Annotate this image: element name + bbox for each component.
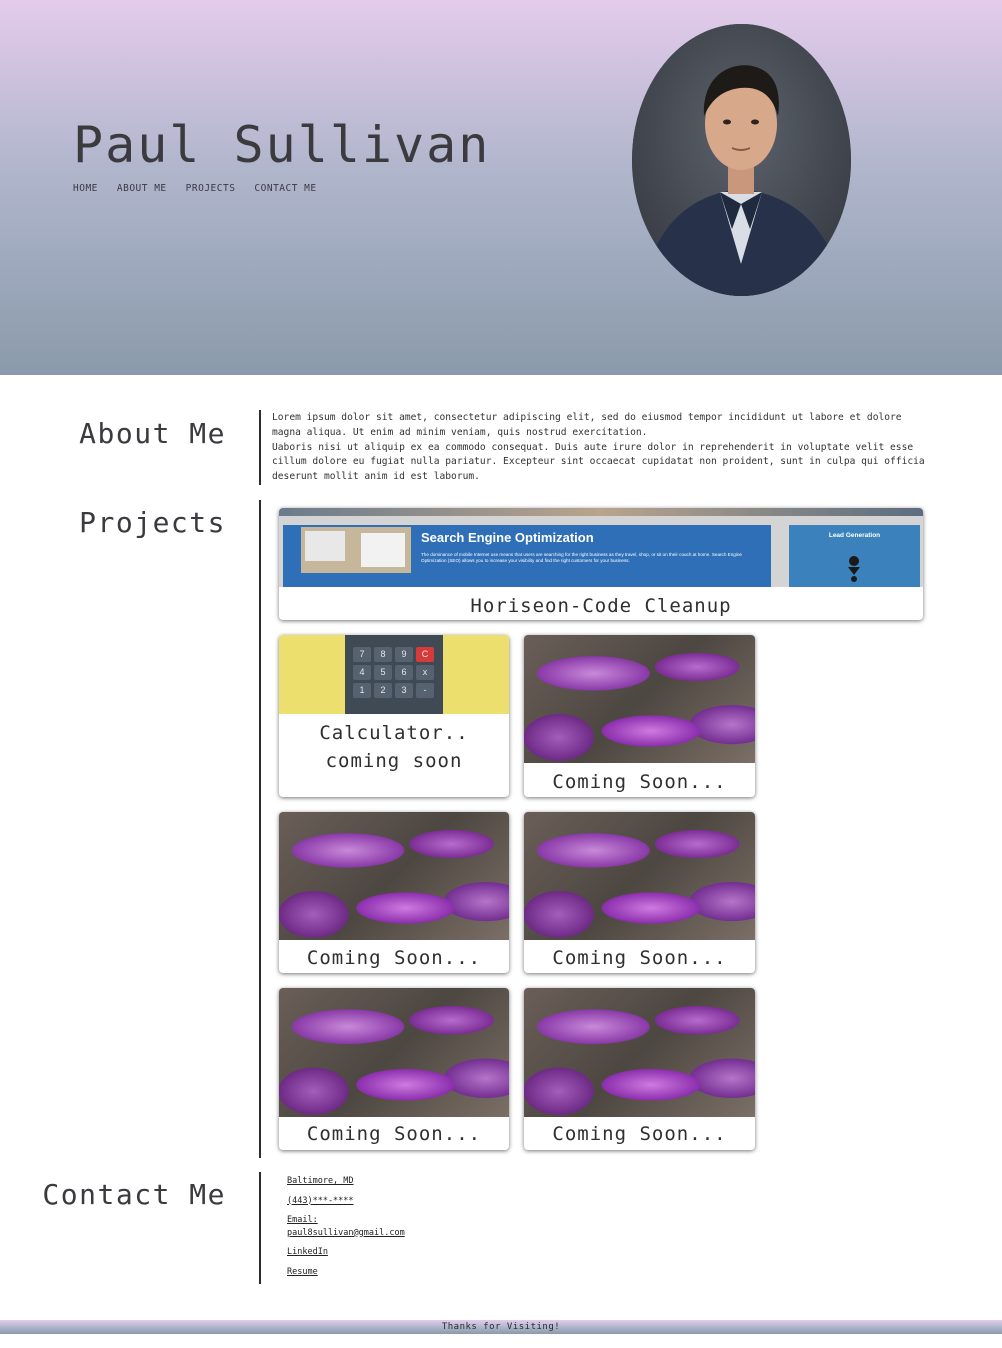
nav-about-link[interactable]: ABOUT ME <box>117 183 167 194</box>
thumb-top-strip <box>279 508 923 516</box>
calculator-key: 8 <box>374 647 392 662</box>
footer: Thanks for Visiting! <box>0 1320 1002 1334</box>
email-link[interactable]: paul8sullivan@gmail.com <box>287 1227 405 1240</box>
calculator-key: 5 <box>374 665 392 680</box>
phone-link[interactable]: (443)***-**** <box>287 1195 405 1208</box>
calculator-key: 1 <box>353 683 371 698</box>
contact-divider <box>259 1172 261 1284</box>
lead-gen-icon <box>848 556 860 582</box>
seo-heading: Search Engine Optimization <box>421 530 594 545</box>
nav-projects-link[interactable]: PROJECTS <box>186 183 236 194</box>
plant-thumbnail <box>524 812 755 940</box>
projects-title: Projects <box>79 506 226 539</box>
horiseon-thumbnail: Search Engine Optimization The dominance… <box>279 508 923 587</box>
about-title: About Me <box>79 417 226 450</box>
plant-thumbnail <box>524 635 755 763</box>
calculator-caption: Calculator.. coming soon <box>319 722 469 772</box>
nav-contact-link[interactable]: CONTACT ME <box>254 183 316 194</box>
plant-thumbnail <box>279 988 509 1117</box>
placeholder-caption: Coming Soon... <box>306 947 482 969</box>
contact-title: Contact Me <box>42 1178 226 1211</box>
calculator-key: - <box>416 683 434 698</box>
hero-header: Paul Sullivan HOME ABOUT ME PROJECTS CON… <box>0 0 1002 375</box>
email-label[interactable]: Email: <box>287 1214 405 1227</box>
project-card-placeholder[interactable]: Coming Soon... <box>524 635 755 797</box>
page-title: Paul Sullivan <box>73 116 491 174</box>
project-card-placeholder[interactable]: Coming Soon... <box>524 812 755 973</box>
project-card-placeholder[interactable]: Coming Soon... <box>524 988 755 1150</box>
calculator-keypad: 789C 456x 123- <box>353 647 437 698</box>
project-card-horiseon[interactable]: Search Engine Optimization The dominance… <box>279 508 923 620</box>
lead-gen-panel: Lead Generation <box>789 525 920 587</box>
placeholder-caption: Coming Soon... <box>552 1123 727 1145</box>
calculator-key: 7 <box>353 647 371 662</box>
about-divider <box>259 410 261 485</box>
placeholder-caption: Coming Soon... <box>306 1123 482 1145</box>
horiseon-caption: Horiseon-Code Cleanup <box>470 595 732 617</box>
calculator-body: 789C 456x 123- <box>345 635 443 714</box>
profile-photo <box>632 24 851 296</box>
calculator-key: x <box>416 665 434 680</box>
calculator-key: 4 <box>353 665 371 680</box>
calculator-thumbnail: 789C 456x 123- <box>279 635 509 714</box>
seo-text: The dominance of mobile Internet use mea… <box>421 552 742 563</box>
project-card-calculator[interactable]: 789C 456x 123- Calculator.. coming soon <box>279 635 509 797</box>
main-nav: HOME ABOUT ME PROJECTS CONTACT ME <box>73 183 317 194</box>
resume-link[interactable]: Resume <box>287 1266 405 1279</box>
nav-home-link[interactable]: HOME <box>73 183 98 194</box>
plant-thumbnail <box>279 812 509 940</box>
contact-list: Baltimore, MD (443)***-**** Email: paul8… <box>287 1175 405 1278</box>
calculator-key: 2 <box>374 683 392 698</box>
projects-divider <box>259 500 261 1158</box>
calculator-key: 6 <box>395 665 413 680</box>
seo-panel: Search Engine Optimization The dominance… <box>283 525 771 587</box>
placeholder-caption: Coming Soon... <box>552 947 727 969</box>
calculator-key: C <box>416 647 434 662</box>
lead-gen-heading: Lead Generation <box>828 532 881 539</box>
calculator-key: 9 <box>395 647 413 662</box>
about-paragraph-1: Lorem ipsum dolor sit amet, consectetur … <box>272 412 902 438</box>
location-link[interactable]: Baltimore, MD <box>287 1175 405 1188</box>
project-card-placeholder[interactable]: Coming Soon... <box>279 988 509 1150</box>
about-text: Lorem ipsum dolor sit amet, consectetur … <box>272 411 928 485</box>
seo-image <box>301 527 411 573</box>
placeholder-caption: Coming Soon... <box>552 771 727 793</box>
linkedin-link[interactable]: LinkedIn <box>287 1246 405 1259</box>
calculator-key: 3 <box>395 683 413 698</box>
footer-text: Thanks for Visiting! <box>441 1322 561 1332</box>
about-paragraph-2: Uaboris nisi ut aliquip ex ea commodo co… <box>272 441 925 483</box>
plant-thumbnail <box>524 988 755 1117</box>
project-card-placeholder[interactable]: Coming Soon... <box>279 812 509 973</box>
profile-portrait-icon <box>632 24 851 296</box>
